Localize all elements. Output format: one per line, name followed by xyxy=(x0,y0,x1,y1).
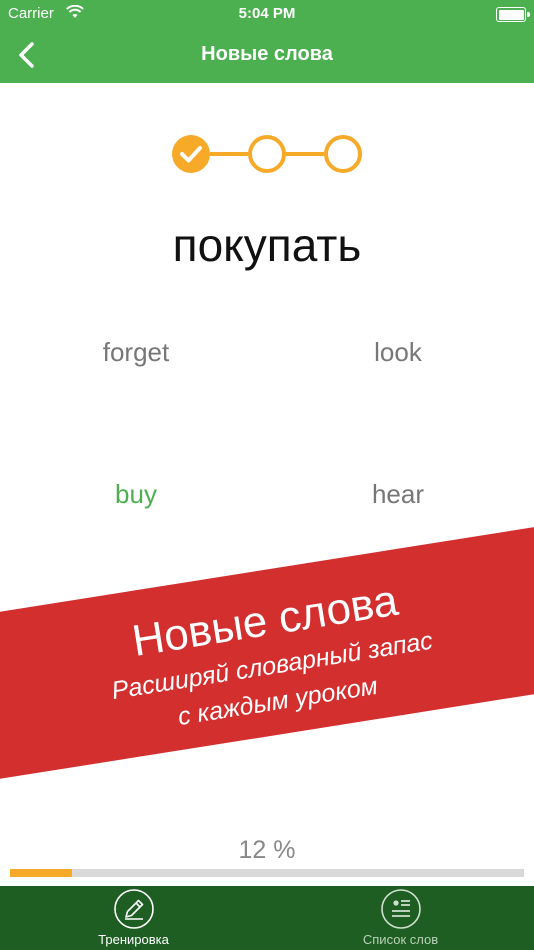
promo-banner: Новые слова Расширяй словарный запас с к… xyxy=(0,519,534,786)
step-pending-icon xyxy=(248,135,286,173)
tab-training[interactable]: Тренировка xyxy=(0,886,267,950)
step-pending-icon xyxy=(324,135,362,173)
progress-percent: 12 % xyxy=(238,836,296,864)
answer-option-hear[interactable]: hear xyxy=(298,479,498,510)
progress-bar-fill xyxy=(10,869,72,877)
answer-option-forget[interactable]: forget xyxy=(36,337,236,368)
list-icon xyxy=(381,889,421,929)
step-indicator xyxy=(172,135,362,173)
progress-bar xyxy=(10,869,524,877)
pencil-icon xyxy=(114,889,154,929)
answer-option-buy[interactable]: buy xyxy=(36,479,236,510)
tab-word-list[interactable]: Список слов xyxy=(267,886,534,950)
battery-icon xyxy=(496,7,530,22)
answer-option-look[interactable]: look xyxy=(298,337,498,368)
tab-label-training: Тренировка xyxy=(98,932,169,947)
question-word: покупать xyxy=(172,219,362,271)
nav-bar: Новые слова xyxy=(0,28,534,83)
step-done-icon xyxy=(172,135,210,173)
status-time: 5:04 PM xyxy=(238,5,296,22)
status-bar: Carrier 5:04 PM xyxy=(0,0,534,28)
page-title: Новые слова xyxy=(201,43,333,65)
tab-label-word-list: Список слов xyxy=(362,932,439,947)
tab-bar: Тренировка Список слов xyxy=(0,886,534,950)
